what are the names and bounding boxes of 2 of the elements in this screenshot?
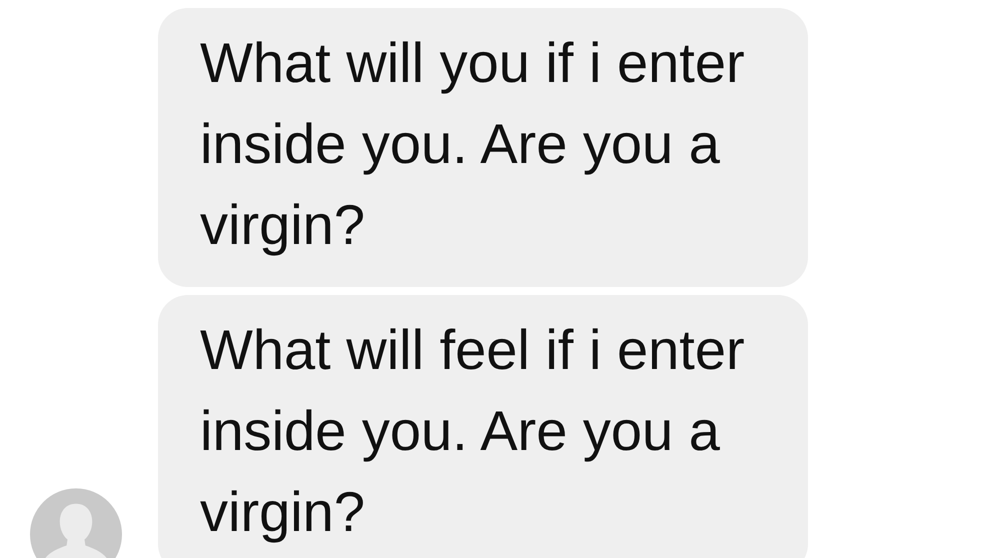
message-text: What will feel if i enter inside you. Are you a virgin? [200, 317, 746, 545]
message-text: What will you if i enter inside you. Are you a virgin? [200, 30, 746, 258]
